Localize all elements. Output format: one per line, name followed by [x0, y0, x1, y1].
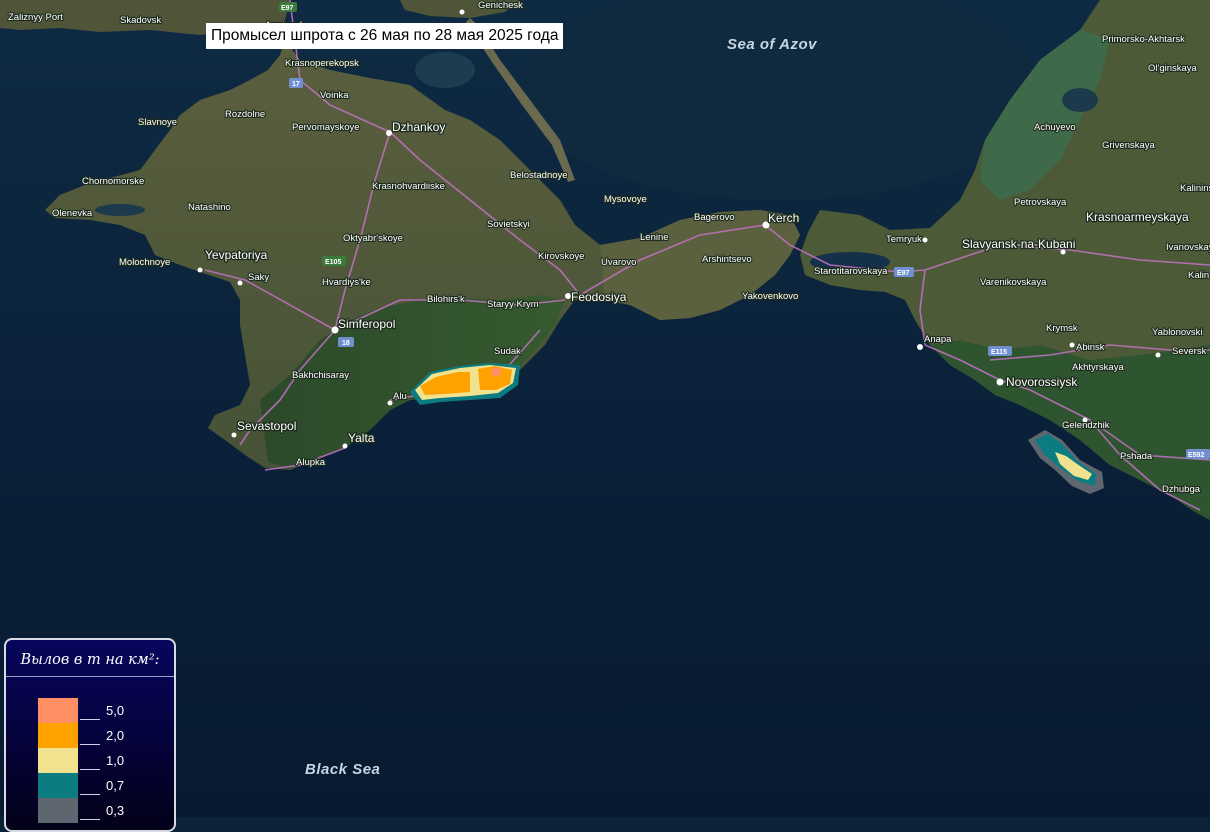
shield-e97-north: E97 [281, 5, 294, 12]
label-krasnoarmeyskaya: Krasnoarmeyskaya [1086, 210, 1189, 224]
label-yevpatoriya: Yevpatoriya [205, 248, 268, 262]
kuban-lagoon [1062, 88, 1098, 112]
label-slavyansk-na-kubani: Slavyansk-na-Kubani [962, 237, 1075, 251]
label-saky: Saky [248, 272, 269, 283]
label-bilohirsk: Bilohirs'k [427, 294, 465, 305]
label-alupka: Alupka [296, 457, 326, 468]
legend-label-07: 0,7 [106, 778, 125, 793]
label-varenikovskaya: Varenikovskaya [980, 277, 1047, 288]
legend-swatch-07 [38, 773, 78, 798]
label-severskaya: Seversk [1172, 346, 1207, 357]
legend-title: Вылов в т на км²: [6, 640, 174, 677]
label-simferopol: Simferopol [338, 317, 395, 331]
shield-e115: E115 [991, 349, 1007, 356]
label-ivanovskaya: Ivanovskaya [1166, 242, 1210, 253]
legend-item-5: 5,0 [38, 698, 168, 723]
label-molochnoye: Molochnoye [119, 257, 170, 268]
label-primorsko-akhtarsk: Primorsko-Akhtarsk [1102, 34, 1185, 45]
label-kerch: Kerch [768, 211, 799, 225]
label-novorossiysk: Novorossiysk [1006, 375, 1078, 389]
label-petrovskaya: Petrovskaya [1014, 197, 1067, 208]
legend-item-07: 0,7 [38, 773, 168, 798]
label-kalin: Kalin [1188, 270, 1209, 281]
label-krasnoperekopsk: Krasnoperekopsk [285, 58, 359, 69]
label-starotitarovskaya: Starotitarovskaya [814, 266, 888, 277]
label-krymsk: Krymsk [1046, 323, 1078, 334]
label-uvarovo: Uvarovo [601, 257, 636, 268]
label-anapa: Anapa [924, 334, 952, 345]
label-mysovoye: Mysovoye [604, 194, 647, 205]
sivash-lagoon [415, 52, 475, 88]
legend-swatch-03 [38, 798, 78, 823]
shield-e97-east: E97 [897, 270, 910, 277]
label-slavnoye: Slavnoye [138, 117, 177, 128]
legend-item-2: 2,0 [38, 723, 168, 748]
label-pervomayskoye: Pervomayskoye [292, 122, 360, 133]
label-olginskaya: Ol'ginskaya [1148, 63, 1198, 74]
shield-18: 18 [342, 340, 350, 347]
legend-tick [80, 769, 100, 770]
label-sudak: Sudak [494, 346, 521, 357]
label-sea-of-azov: Sea of Azov [727, 36, 818, 53]
label-black-sea: Black Sea [305, 761, 380, 778]
label-natashino: Natashino [188, 202, 231, 213]
shield-e592: E592 [1188, 452, 1204, 459]
label-bagerovo: Bagerovo [694, 212, 735, 223]
label-belostadnoye: Belostadnoye [510, 170, 568, 181]
label-alushta: Alu [393, 391, 407, 402]
label-bakhchisaray: Bakhchisaray [292, 370, 349, 381]
label-yakovenkovo: Yakovenkovo [742, 291, 798, 302]
label-dzhubga: Dzhubga [1162, 484, 1201, 495]
label-lenine: Lenine [640, 232, 669, 243]
label-akhtyrskaya: Akhtyrskaya [1072, 362, 1124, 373]
legend-item-1: 1,0 [38, 748, 168, 773]
label-genichesk: Genichesk [478, 0, 523, 11]
label-kalininskaya: Kalininska [1180, 183, 1210, 194]
label-sevastopol: Sevastopol [237, 419, 296, 433]
legend-tick [80, 819, 100, 820]
legend-item-03: 0,3 [38, 798, 168, 823]
label-voinka: Voinka [320, 90, 349, 101]
label-zaliznyi-port: Zaliznyy Port [8, 12, 63, 23]
shield-17: 17 [292, 81, 300, 88]
label-kirovskoye: Kirovskoye [538, 251, 584, 262]
label-staryy-krym: Staryy Krym [487, 299, 539, 310]
legend-tick [80, 744, 100, 745]
label-yalta: Yalta [348, 431, 375, 445]
label-pshada: Pshada [1120, 451, 1153, 462]
legend-label-03: 0,3 [106, 803, 125, 818]
label-chornomorske: Chornomorske [82, 176, 144, 187]
label-grivenskaya: Grivenskaya [1102, 140, 1156, 151]
label-olenevka: Olenevka [52, 208, 93, 219]
catch-legend: Вылов в т на км²: 5,0 2,0 1,0 0,7 0,3 [4, 638, 176, 832]
label-gelendzhik: Gelendzhik [1062, 420, 1110, 431]
label-oktyabrskoye: Oktyabr'skoye [343, 233, 403, 244]
base-map[interactable]: Sea of Azov Black Sea E97 17 E105 18 E97… [0, 0, 1210, 817]
label-dzhankoy: Dzhankoy [392, 120, 445, 134]
label-abinsk: Abinsk [1076, 342, 1105, 353]
map-title: Промысел шпрота с 26 мая по 28 мая 2025 … [206, 23, 564, 49]
legend-swatch-5 [38, 698, 78, 723]
legend-swatch-2 [38, 723, 78, 748]
label-rozdolne: Rozdolne [225, 109, 265, 120]
legend-label-5: 5,0 [106, 703, 125, 718]
legend-tick [80, 719, 100, 720]
label-sovietskyi: Sovietskyi [487, 219, 530, 230]
label-feodosiya: Feodosiya [571, 290, 627, 304]
legend-tick [80, 794, 100, 795]
label-hvardiyske: Hvardiys'ke [322, 277, 371, 288]
legend-label-1: 1,0 [106, 753, 125, 768]
label-krasnohvardiiske: Krasnohvardiiske [372, 181, 445, 192]
label-skadovsk: Skadovsk [120, 15, 161, 26]
label-temryuk: Temryuk [886, 234, 922, 245]
lagoon-west [95, 204, 145, 216]
label-arshintsevo: Arshintsevo [702, 254, 752, 265]
label-yablonovskiy: Yablonovski [1152, 327, 1203, 338]
label-achuyevo: Achuyevo [1034, 122, 1076, 133]
shield-e105: E105 [325, 259, 341, 266]
legend-swatch-1 [38, 748, 78, 773]
legend-label-2: 2,0 [106, 728, 125, 743]
